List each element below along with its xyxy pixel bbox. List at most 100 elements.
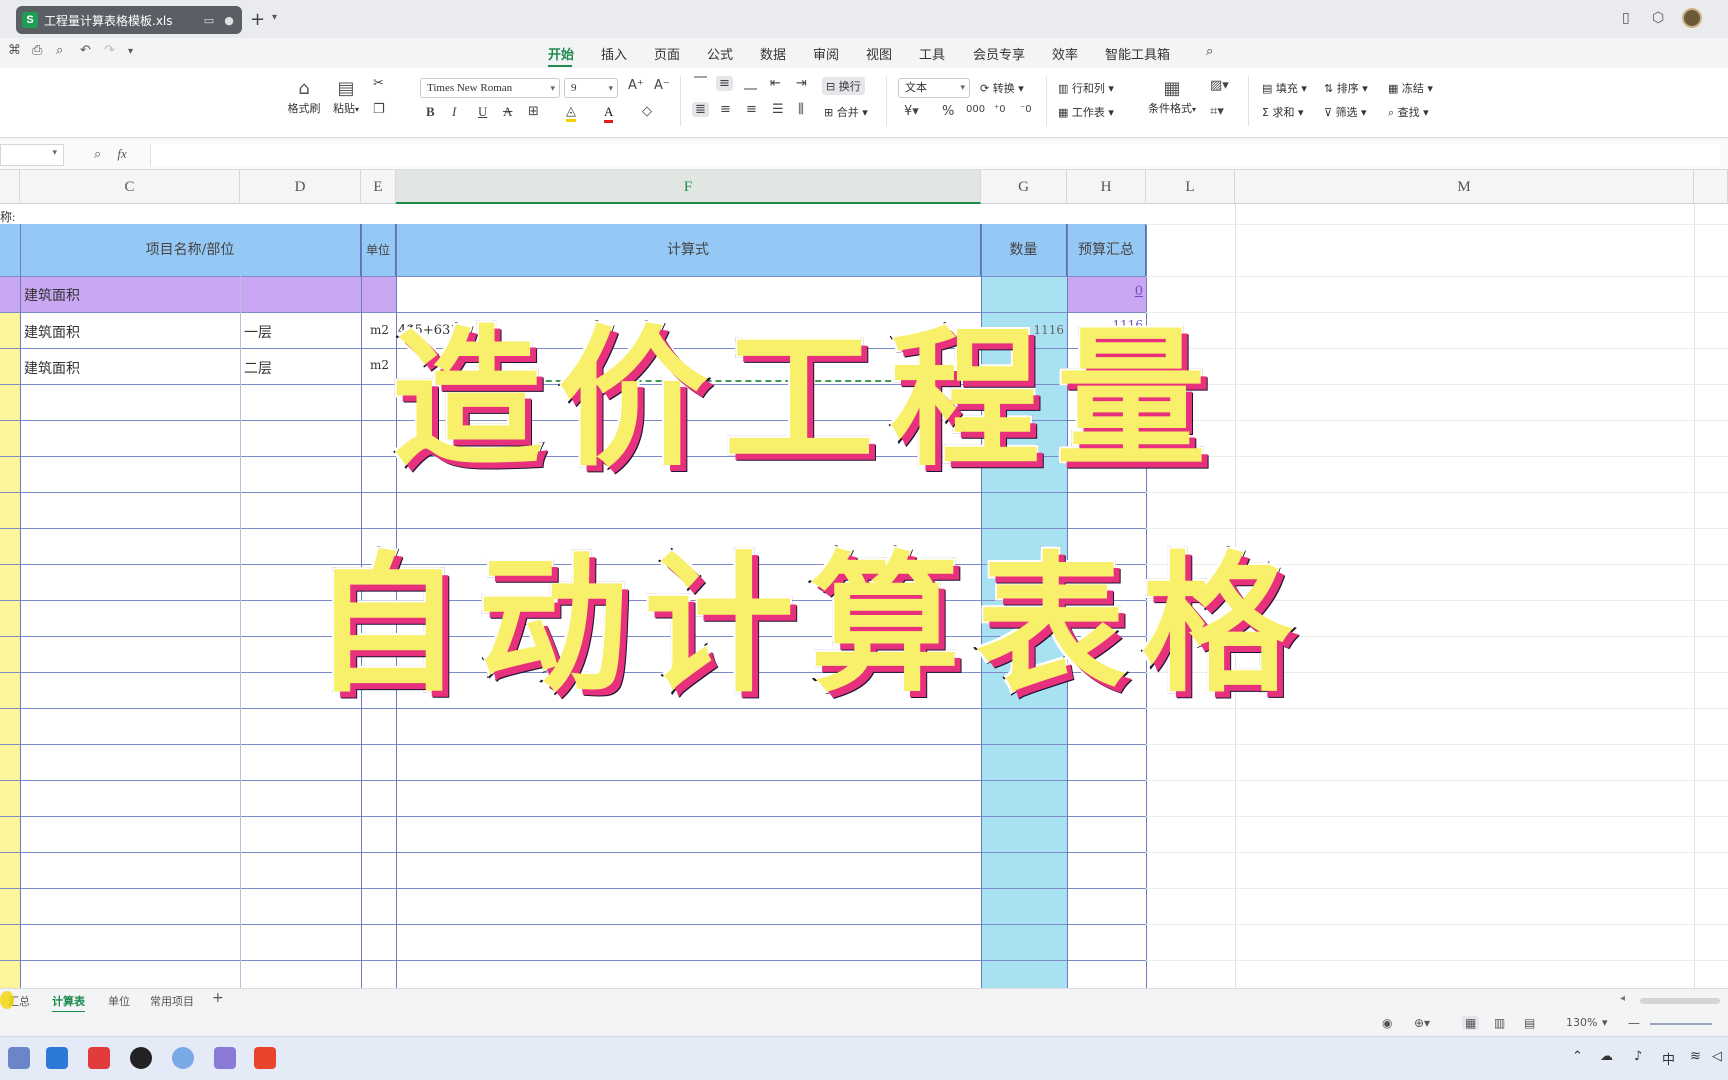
- formula-input[interactable]: [150, 144, 1720, 166]
- page-break-icon[interactable]: ▤: [1524, 1016, 1535, 1030]
- header-formula[interactable]: 计算式: [396, 224, 981, 276]
- italic-icon[interactable]: I: [452, 104, 456, 120]
- cloud-icon[interactable]: ☁: [1600, 1049, 1613, 1064]
- network-app-icon[interactable]: [172, 1047, 194, 1069]
- increase-font-icon[interactable]: A⁺: [628, 78, 644, 93]
- align-middle-icon[interactable]: ≡: [716, 76, 733, 91]
- find-button[interactable]: ⌕ 查找 ▾: [1388, 104, 1429, 120]
- column-header-m[interactable]: M: [1235, 170, 1694, 204]
- increase-indent-icon[interactable]: ⇥: [796, 76, 807, 91]
- column-header-g[interactable]: G: [981, 170, 1067, 204]
- column-header-d[interactable]: D: [240, 170, 361, 204]
- microphone-icon[interactable]: ♪: [1634, 1049, 1642, 1064]
- align-top-icon[interactable]: ⎺: [694, 76, 707, 91]
- font-color-icon[interactable]: A: [604, 104, 614, 123]
- number-format-select[interactable]: 文本 ▾: [898, 78, 970, 98]
- fill-color-icon[interactable]: ◬: [566, 104, 576, 122]
- scroll-left-icon[interactable]: ◂: [1620, 993, 1625, 1004]
- link-icon[interactable]: ⌘: [8, 43, 21, 58]
- filter-button[interactable]: ⊽ 筛选 ▾: [1324, 104, 1367, 120]
- align-left-icon[interactable]: ≣: [692, 102, 709, 117]
- row-col-button[interactable]: ▥ 行和列 ▾: [1058, 80, 1114, 96]
- currency-icon[interactable]: ¥▾: [904, 104, 919, 119]
- normal-view-icon[interactable]: ▦: [1462, 1016, 1480, 1030]
- row2-name[interactable]: 建筑面积: [24, 322, 80, 342]
- fx-icon[interactable]: fx: [117, 146, 126, 161]
- tray-chevron-icon[interactable]: ⌃: [1572, 1049, 1583, 1064]
- tool-app-icon[interactable]: [88, 1047, 110, 1069]
- undo-icon[interactable]: ↶: [80, 43, 91, 58]
- row3-unit[interactable]: m2: [370, 358, 389, 372]
- ime-indicator[interactable]: 中: [1662, 1049, 1675, 1068]
- align-right-icon[interactable]: ≡: [746, 102, 757, 117]
- increase-decimal-icon[interactable]: ⁺0: [994, 104, 1006, 115]
- recorder-icon[interactable]: [130, 1047, 152, 1069]
- sheet-tab-common[interactable]: 常用项目: [150, 993, 194, 1009]
- sheet-tab-calc[interactable]: 计算表: [52, 993, 85, 1013]
- menu-review[interactable]: 审阅: [813, 44, 839, 63]
- spreadsheet-grid[interactable]: C D E F G H L M 称: 项目名称/部位 单位 计算式 数量 预算汇…: [0, 170, 1728, 988]
- freeze-button[interactable]: ▦ 冻结 ▾: [1388, 80, 1433, 96]
- page-layout-icon[interactable]: ▥: [1494, 1016, 1505, 1030]
- header-unit[interactable]: 单位: [361, 224, 396, 276]
- column-header-c[interactable]: C: [20, 170, 240, 204]
- desktop-app-icon[interactable]: [46, 1047, 68, 1069]
- header-project-name[interactable]: 项目名称/部位: [20, 224, 361, 276]
- wps-icon[interactable]: [254, 1047, 276, 1069]
- horizontal-scrollbar[interactable]: [1640, 998, 1720, 1004]
- font-size-select[interactable]: 9 ▾: [564, 78, 618, 98]
- add-sheet-button[interactable]: +: [212, 990, 224, 1006]
- menu-view[interactable]: 视图: [866, 44, 892, 63]
- sort-button[interactable]: ⇅ 排序 ▾: [1324, 80, 1368, 96]
- zoom-out-icon[interactable]: —: [1628, 1016, 1640, 1030]
- cut-icon[interactable]: ✂: [373, 76, 384, 91]
- column-header-next[interactable]: [1694, 170, 1728, 204]
- menu-tools[interactable]: 工具: [919, 44, 945, 63]
- menu-member[interactable]: 会员专享: [973, 44, 1025, 63]
- menu-home[interactable]: 开始: [548, 44, 574, 63]
- quick-access-chevron-icon[interactable]: ▾: [128, 46, 133, 57]
- format-painter-button[interactable]: ⌂ 格式刷: [286, 78, 322, 116]
- decrease-indent-icon[interactable]: ⇤: [770, 76, 781, 91]
- bold-icon[interactable]: B: [426, 104, 435, 120]
- worksheet-button[interactable]: ▦ 工作表 ▾: [1058, 104, 1114, 120]
- cube-icon[interactable]: ⬡: [1652, 10, 1664, 26]
- sheet-tab-unit[interactable]: 单位: [108, 993, 130, 1009]
- fill-button[interactable]: ▤ 填充 ▾: [1262, 80, 1307, 96]
- underline-icon[interactable]: U: [478, 104, 487, 120]
- column-header-f[interactable]: F: [396, 170, 981, 204]
- strikethrough-icon[interactable]: A: [503, 104, 512, 120]
- row1-budget[interactable]: 0: [1067, 284, 1143, 299]
- column-header-h[interactable]: H: [1067, 170, 1146, 204]
- print-preview-icon[interactable]: ⌕: [56, 43, 63, 58]
- row1-name[interactable]: 建筑面积: [24, 285, 80, 305]
- justify-icon[interactable]: ☰: [772, 102, 784, 117]
- avatar[interactable]: [1682, 8, 1702, 28]
- convert-button[interactable]: ⟳ 转换 ▾: [980, 80, 1024, 96]
- border-icon[interactable]: ⊞: [528, 104, 539, 119]
- row2-unit[interactable]: m2: [370, 323, 389, 337]
- zoom-slider[interactable]: [1650, 1023, 1712, 1025]
- eye-icon[interactable]: ◉: [1382, 1016, 1392, 1030]
- browser-app-icon[interactable]: [214, 1047, 236, 1069]
- column-header-e[interactable]: E: [361, 170, 396, 204]
- menu-formula[interactable]: 公式: [707, 44, 733, 63]
- volume-icon[interactable]: ◁: [1712, 1049, 1722, 1064]
- tab-list-chevron-icon[interactable]: ▾: [272, 12, 277, 23]
- print-icon[interactable]: ⎙: [32, 43, 42, 58]
- row3-part[interactable]: 二层: [244, 358, 272, 378]
- document-tab[interactable]: S 工程量计算表格模板.xls ▭ ●: [16, 6, 242, 34]
- name-box[interactable]: ▾: [0, 144, 64, 166]
- cell-style-icon[interactable]: ▨▾: [1210, 78, 1229, 93]
- font-name-select[interactable]: Times New Roman ▾: [420, 78, 560, 98]
- header-budget-total[interactable]: 预算汇总: [1067, 224, 1146, 276]
- copy-icon[interactable]: ❐: [373, 102, 385, 117]
- align-center-icon[interactable]: ≡: [720, 102, 731, 117]
- decrease-font-icon[interactable]: A⁻: [654, 78, 670, 93]
- header-quantity[interactable]: 数量: [981, 224, 1067, 276]
- menu-efficiency[interactable]: 效率: [1052, 44, 1078, 63]
- conditional-format-button[interactable]: ▦ 条件格式▾: [1142, 78, 1202, 116]
- wrap-text-button[interactable]: ⊟ 换行: [822, 77, 865, 95]
- distribute-icon[interactable]: ⫼: [798, 102, 804, 117]
- sum-button[interactable]: Σ 求和 ▾: [1262, 104, 1303, 120]
